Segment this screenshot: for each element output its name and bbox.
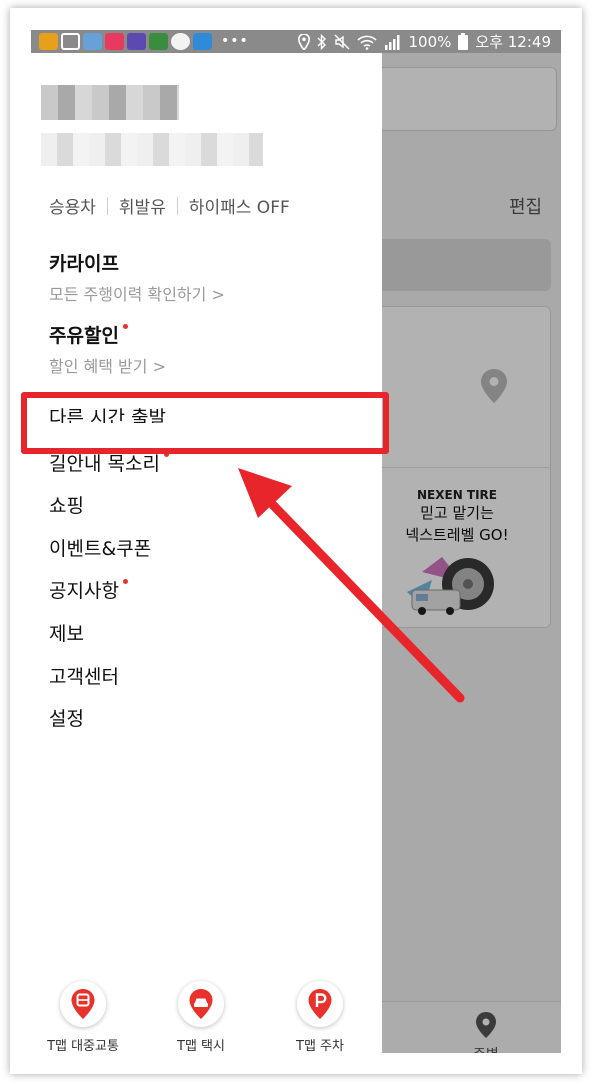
divider — [106, 196, 108, 215]
app-notification-icon — [171, 33, 190, 50]
quick-action-label: T맵 주차 — [296, 1039, 344, 1053]
highlight-box — [21, 392, 389, 454]
parking-icon — [297, 981, 343, 1027]
app-notification-icon — [39, 33, 58, 50]
battery-percent: 100% — [408, 32, 452, 51]
menu-notices[interactable]: 공지사항 — [49, 576, 128, 603]
hipass-status[interactable]: 하이패스 OFF — [189, 193, 290, 218]
app-notification-icon — [149, 33, 168, 50]
annotation-arrow-icon — [238, 468, 465, 703]
menu-customer-center[interactable]: 고객센터 — [49, 662, 119, 689]
wifi-icon — [356, 35, 377, 50]
fuel-discount-label: 주유할인 — [49, 325, 119, 347]
new-badge — [122, 579, 128, 584]
mute-icon — [334, 34, 349, 49]
quick-action-label: T맵 대중교통 — [47, 1039, 119, 1053]
menu-shopping[interactable]: 쇼핑 — [49, 491, 84, 518]
vehicle-type[interactable]: 승용차 — [49, 193, 96, 218]
fuel-type[interactable]: 휘발유 — [119, 193, 166, 218]
quick-action-public-transit[interactable]: T맵 대중교통 — [33, 981, 133, 1053]
status-right: 100% 오후 12:49 — [297, 31, 551, 52]
quick-action-taxi[interactable]: T맵 택시 — [151, 981, 251, 1053]
battery-icon — [458, 33, 469, 50]
menu-events-coupons[interactable]: 이벤트&쿠폰 — [49, 534, 151, 561]
karlife-title[interactable]: 카라이프 — [49, 249, 119, 276]
menu-label: 공지사항 — [49, 580, 119, 602]
quick-action-parking[interactable]: T맵 주차 — [270, 981, 370, 1053]
fuel-discount-title[interactable]: 주유할인 — [49, 321, 128, 348]
more-notifications-icon: ••• — [221, 33, 249, 49]
status-bar: ••• 100% 오후 12:49 — [31, 30, 561, 53]
notification-icons: ••• — [39, 33, 249, 50]
taxi-icon — [178, 981, 224, 1027]
new-badge — [122, 324, 128, 329]
signal-icon — [384, 34, 399, 50]
divider — [176, 196, 178, 215]
menu-settings[interactable]: 설정 — [49, 704, 84, 731]
app-notification-icon — [105, 33, 124, 50]
quick-actions: T맵 대중교통 T맵 택시 T맵 주차 — [31, 953, 382, 1053]
clock: 오후 12:49 — [475, 33, 551, 51]
vehicle-settings[interactable]: 승용차 휘발유 하이패스 OFF — [49, 193, 290, 218]
bluetooth-icon — [317, 33, 326, 50]
app-notification-icon — [193, 33, 212, 50]
blurred-user-info — [41, 133, 263, 166]
window-icon — [61, 33, 80, 50]
karlife-link[interactable]: 모든 주행이력 확인하기 > — [49, 281, 225, 305]
quick-action-label: T맵 택시 — [177, 1039, 225, 1053]
bus-icon — [60, 981, 106, 1027]
fuel-discount-link[interactable]: 할인 혜택 받기 > — [49, 353, 166, 377]
app-notification-icon — [83, 33, 102, 50]
blurred-user-name — [41, 85, 179, 120]
app-notification-icon — [127, 33, 146, 50]
menu-label: 길안내 목소리 — [49, 453, 160, 475]
location-icon — [297, 33, 310, 50]
menu-report[interactable]: 제보 — [49, 619, 84, 646]
